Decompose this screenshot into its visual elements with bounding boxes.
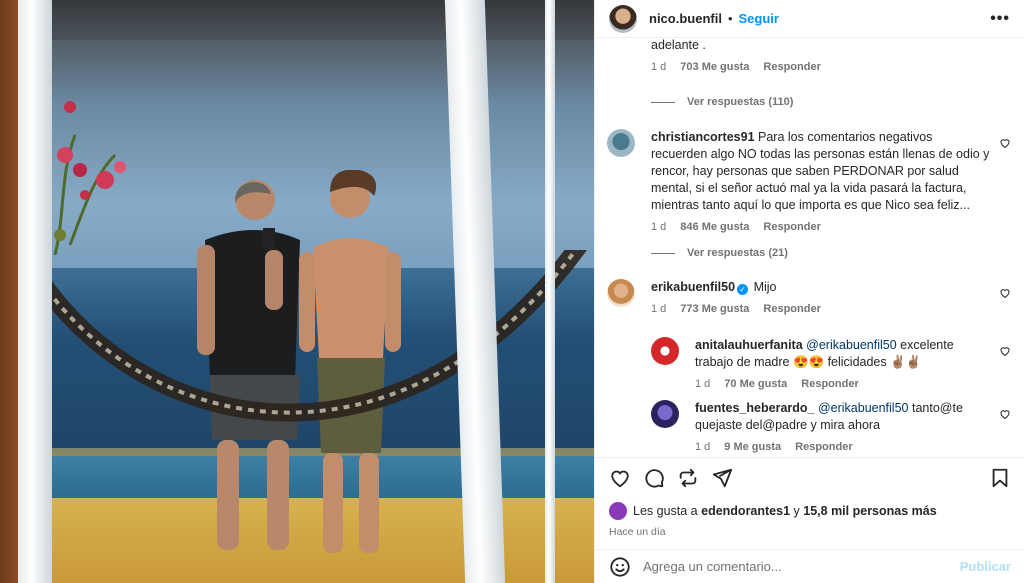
view-replies-button[interactable]: Ver respuestas (110) bbox=[651, 96, 793, 108]
author-avatar[interactable] bbox=[609, 4, 637, 33]
follow-button[interactable]: Seguir bbox=[739, 11, 779, 26]
reply-mention[interactable]: @erikabuenfil50 bbox=[818, 401, 909, 415]
share-icon[interactable] bbox=[711, 467, 733, 489]
reply-username[interactable]: anitalauhuerfanita bbox=[695, 338, 803, 352]
likes-middle: y bbox=[793, 504, 800, 518]
comment-reply-button[interactable]: Responder bbox=[763, 61, 820, 73]
like-reply-icon[interactable] bbox=[999, 345, 1011, 357]
window-frame-left bbox=[18, 0, 52, 583]
like-reply-icon[interactable] bbox=[999, 408, 1011, 420]
likes-others[interactable]: 15,8 mil personas más bbox=[803, 504, 936, 518]
view-replies-label: Ver respuestas (110) bbox=[687, 96, 794, 108]
commenter-avatar[interactable] bbox=[607, 279, 635, 307]
comment-text: christiancortes91 Para los comentarios n… bbox=[651, 129, 991, 214]
comment-likes[interactable]: 703 Me gusta bbox=[680, 61, 749, 73]
replier-avatar[interactable] bbox=[651, 400, 679, 428]
reply-mention[interactable]: @erikabuenfil50 bbox=[806, 338, 897, 352]
post-header: nico.buenfil • Seguir ••• bbox=[595, 0, 1024, 38]
comment-item: erikabuenfil50 ✓ Mijo 1 d 773 Me gusta Re… bbox=[607, 279, 1011, 315]
more-options-icon[interactable]: ••• bbox=[990, 10, 1010, 28]
add-comment-bar: Agrega un comentario... Publicar bbox=[595, 549, 1024, 583]
verified-badge-icon: ✓ bbox=[737, 284, 749, 295]
view-replies-label: Ver respuestas (21) bbox=[687, 247, 788, 259]
emoji-icon[interactable] bbox=[609, 556, 631, 578]
photo-frame-top bbox=[30, 0, 594, 40]
action-icons bbox=[609, 460, 1011, 496]
reply-reply-button[interactable]: Responder bbox=[801, 378, 858, 390]
comment-time[interactable]: 1 d bbox=[651, 303, 666, 315]
comment-input[interactable]: Agrega un comentario... bbox=[643, 559, 782, 574]
comment-username[interactable]: christiancortes91 bbox=[651, 130, 755, 144]
comment-meta: 1 d 773 Me gusta Responder bbox=[651, 303, 1011, 315]
header-separator: • bbox=[727, 11, 733, 26]
comment-likes[interactable]: 846 Me gusta bbox=[680, 221, 749, 233]
view-replies-button[interactable]: Ver respuestas (21) bbox=[651, 247, 788, 259]
repost-icon[interactable] bbox=[677, 467, 699, 489]
window-frame-right bbox=[545, 0, 555, 583]
commenter-avatar[interactable] bbox=[607, 129, 635, 157]
reply-time[interactable]: 1 d bbox=[695, 378, 710, 390]
like-comment-icon[interactable] bbox=[999, 137, 1011, 149]
post-timestamp[interactable]: Hace un día bbox=[609, 526, 1011, 538]
reply-text: anitalauhuerfanita @erikabuenfil50 excel… bbox=[695, 337, 991, 371]
like-comment-icon[interactable] bbox=[999, 287, 1011, 299]
photo-flowers bbox=[53, 101, 126, 255]
post-sidebar: nico.buenfil • Seguir ••• adelante . 1 d… bbox=[594, 0, 1024, 583]
reply-reply-button[interactable]: Responder bbox=[795, 441, 852, 453]
comment-time[interactable]: 1 d bbox=[651, 61, 666, 73]
comments-list[interactable]: adelante . 1 d 703 Me gusta Responder Ve… bbox=[595, 39, 1024, 457]
post-actions: Les gusta a edendorantes1 y 15,8 mil per… bbox=[595, 457, 1024, 538]
photo-hammock bbox=[40, 250, 587, 422]
reply-username[interactable]: fuentes_heberardo_ bbox=[695, 401, 814, 415]
comment-meta: 1 d 846 Me gusta Responder bbox=[651, 221, 1011, 233]
likes-prefix: Les gusta a bbox=[633, 504, 698, 518]
comment-icon[interactable] bbox=[643, 467, 665, 489]
comment-text: erikabuenfil50 ✓ Mijo bbox=[651, 279, 991, 296]
bookmark-icon[interactable] bbox=[989, 467, 1011, 489]
post-photo[interactable] bbox=[0, 0, 594, 583]
comment-item: christiancortes91 Para los comentarios n… bbox=[607, 129, 1011, 233]
comment-username[interactable]: erikabuenfil50 bbox=[651, 280, 735, 294]
replies-line bbox=[651, 252, 675, 254]
replier-avatar[interactable] bbox=[651, 337, 679, 365]
comment-time[interactable]: 1 d bbox=[651, 221, 666, 233]
comment-meta: 1 d 703 Me gusta Responder bbox=[651, 61, 1011, 73]
reply-likes[interactable]: 70 Me gusta bbox=[724, 378, 787, 390]
comment-likes[interactable]: 773 Me gusta bbox=[680, 303, 749, 315]
comment-reply-button[interactable]: Responder bbox=[763, 303, 820, 315]
reply-item: anitalauhuerfanita @erikabuenfil50 excel… bbox=[651, 337, 1011, 390]
author-username[interactable]: nico.buenfil bbox=[649, 11, 722, 26]
comment-text: adelante . bbox=[651, 39, 706, 52]
heart-icon[interactable] bbox=[609, 467, 631, 489]
likes-user[interactable]: edendorantes1 bbox=[701, 504, 790, 518]
reply-text: fuentes_heberardo_ @erikabuenfil50 tanto… bbox=[695, 400, 991, 434]
publish-button[interactable]: Publicar bbox=[960, 559, 1011, 574]
reply-likes[interactable]: 9 Me gusta bbox=[724, 441, 781, 453]
comment-item: adelante . 1 d 703 Me gusta Responder bbox=[607, 39, 1011, 73]
comment-reply-button[interactable]: Responder bbox=[763, 221, 820, 233]
reply-time[interactable]: 1 d bbox=[695, 441, 710, 453]
reply-meta: 1 d 70 Me gusta Responder bbox=[695, 378, 1011, 390]
reply-meta: 1 d 9 Me gusta Responder bbox=[695, 441, 1011, 453]
likes-summary: Les gusta a edendorantes1 y 15,8 mil per… bbox=[609, 502, 1011, 520]
replies-line bbox=[651, 101, 675, 103]
liker-avatar[interactable] bbox=[609, 502, 627, 520]
comment-content: Mijo bbox=[753, 280, 777, 294]
reply-item: fuentes_heberardo_ @erikabuenfil50 tanto… bbox=[651, 400, 1011, 453]
